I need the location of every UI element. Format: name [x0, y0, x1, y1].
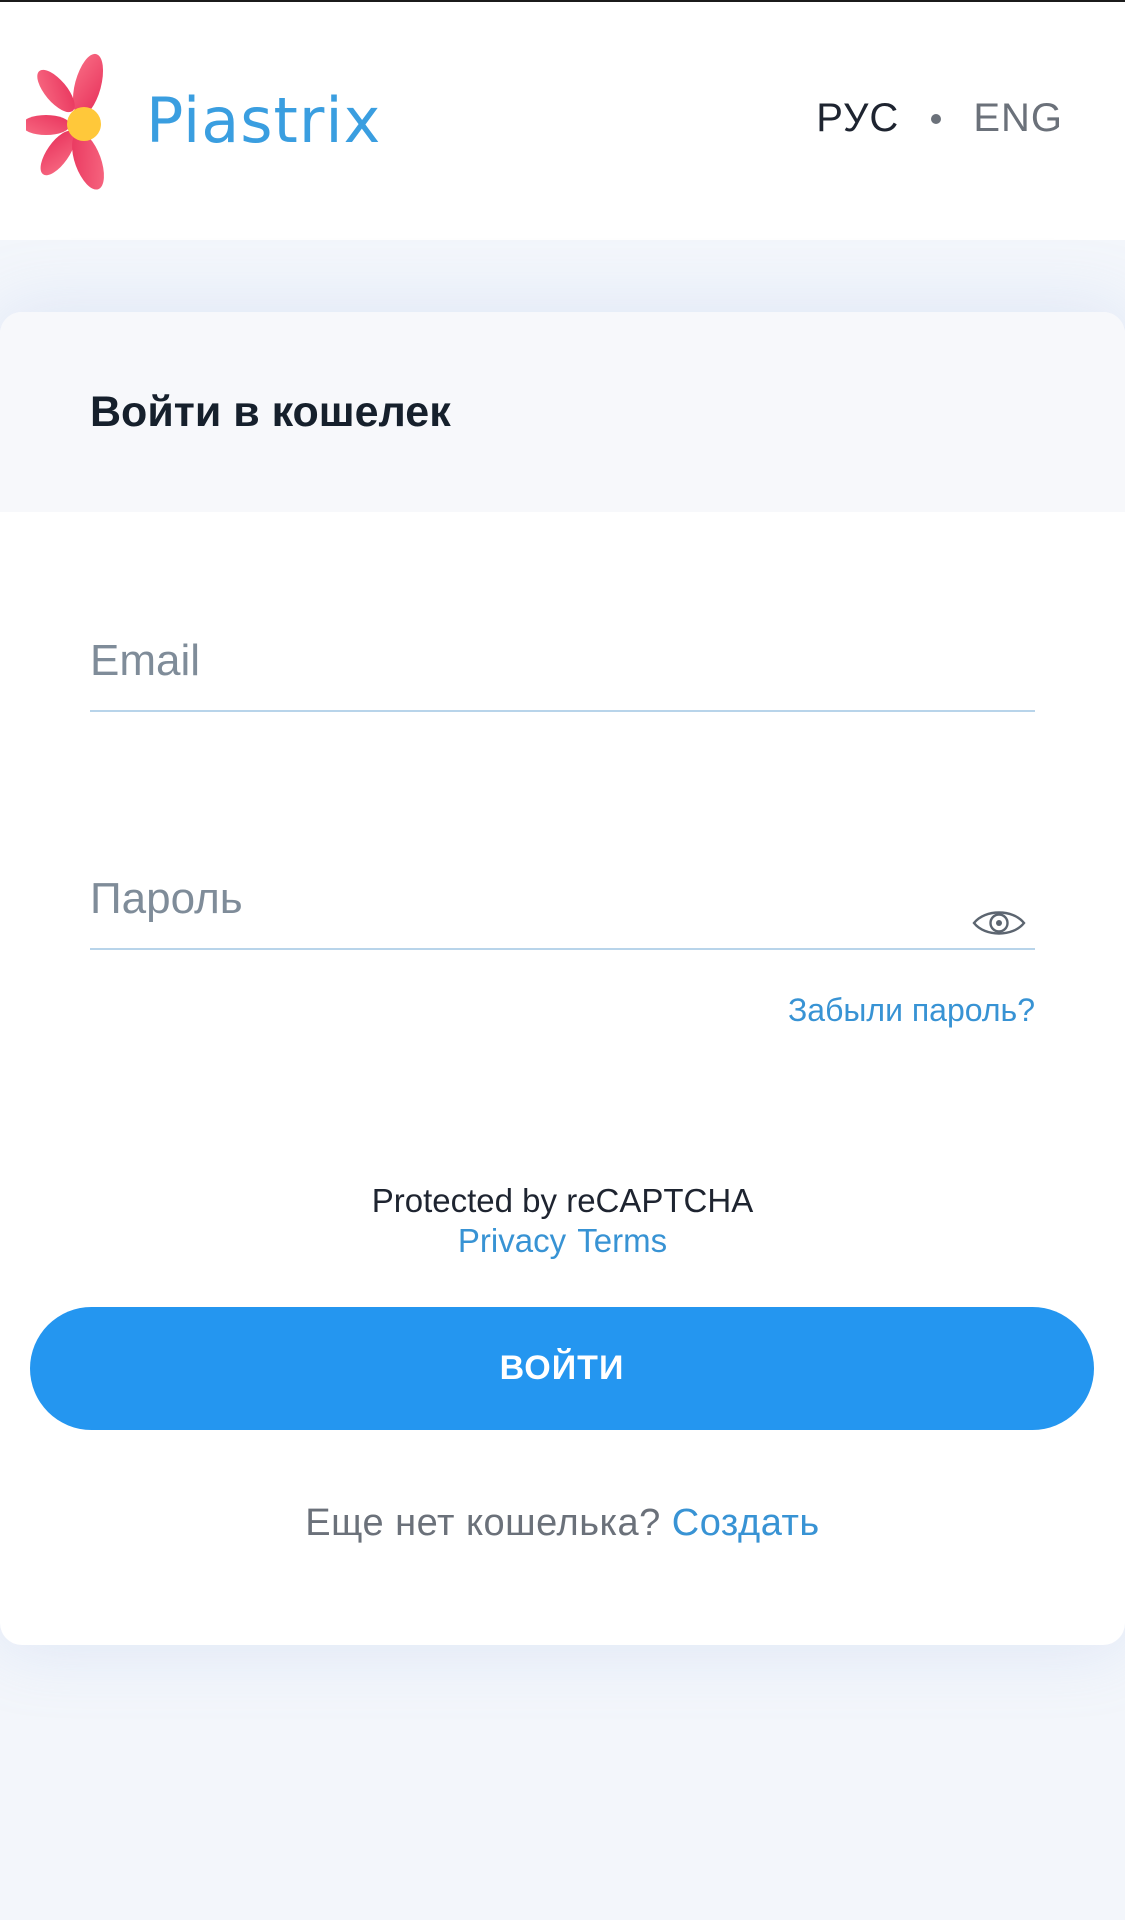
privacy-link[interactable]: Privacy	[458, 1222, 566, 1259]
lang-separator-dot	[931, 113, 942, 124]
create-wallet-link[interactable]: Создать	[672, 1502, 820, 1544]
terms-link[interactable]: Terms	[577, 1222, 667, 1259]
flower-logo-icon	[26, 53, 104, 190]
lang-ru-option[interactable]: РУС	[816, 96, 899, 141]
lang-en-option[interactable]: ENG	[973, 96, 1063, 141]
signup-prompt-text: Еще нет кошелька?	[305, 1502, 661, 1544]
password-input[interactable]	[90, 850, 1035, 948]
email-field-wrapper	[90, 612, 1035, 712]
login-button[interactable]: ВОЙТИ	[30, 1307, 1094, 1430]
signup-prompt: Еще нет кошелька? Создать	[0, 1502, 1125, 1545]
recaptcha-links: Privacy Terms	[0, 1222, 1125, 1260]
forgot-password-link[interactable]: Забыли пароль?	[788, 992, 1035, 1029]
login-card: Войти в кошелек Забыли пароль? Protected…	[0, 312, 1125, 1645]
eye-icon[interactable]	[971, 906, 1027, 940]
card-header: Войти в кошелек	[0, 312, 1125, 512]
email-input[interactable]	[90, 612, 1035, 710]
password-field-wrapper	[90, 850, 1035, 950]
page-title: Войти в кошелек	[90, 388, 451, 436]
header: Piastrix РУС ENG	[0, 2, 1125, 240]
language-switcher: РУС ENG	[816, 96, 1063, 141]
recaptcha-notice: Protected by reCAPTCHA	[371, 1182, 754, 1219]
brand-name: Piastrix	[146, 84, 382, 157]
